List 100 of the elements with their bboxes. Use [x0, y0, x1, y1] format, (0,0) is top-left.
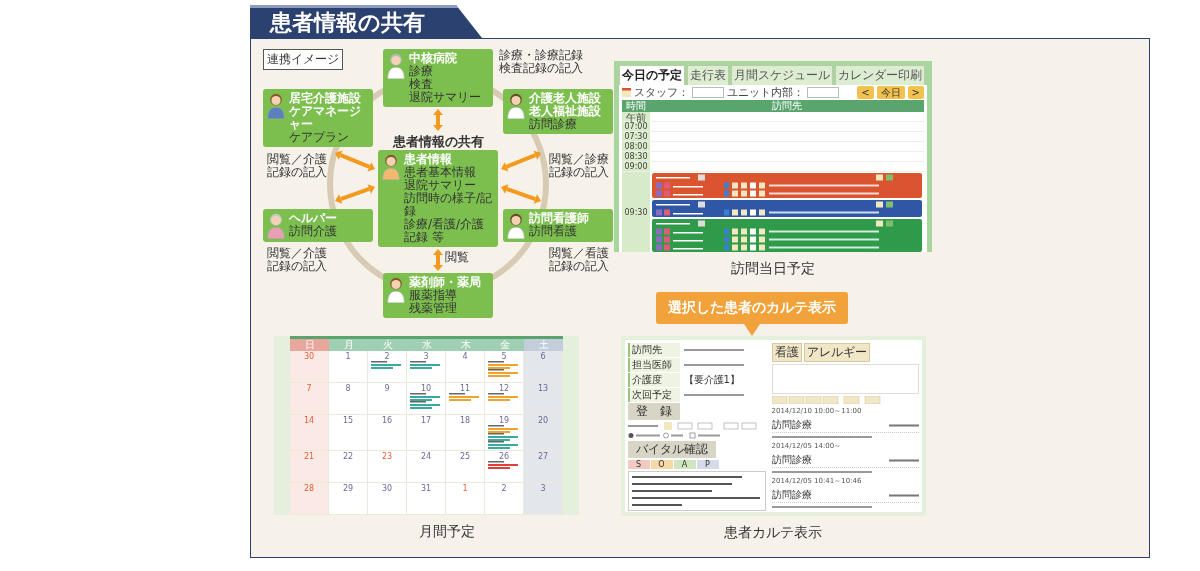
- field-label: 次回予定: [627, 387, 680, 402]
- day-number[interactable]: 2: [384, 352, 390, 361]
- card-text: 診療: [409, 65, 434, 78]
- link-label: 診療・診療記録: [499, 49, 583, 62]
- tab[interactable]: 月間スケジュール: [731, 65, 833, 85]
- day-number[interactable]: 25: [459, 452, 471, 461]
- day-number[interactable]: 6: [540, 352, 546, 361]
- card-title: 訪問看護師: [529, 212, 590, 225]
- card-text: ケアプラン: [289, 131, 350, 144]
- day-number[interactable]: 27: [537, 452, 549, 461]
- tab[interactable]: 走行表: [687, 65, 729, 85]
- card-text: 残薬管理: [409, 302, 458, 315]
- caption: 訪問当日予定: [731, 260, 815, 278]
- record-tab[interactable]: 看護: [771, 343, 802, 362]
- record-title: 訪問診療: [771, 453, 812, 467]
- link-label: 記録の記入: [267, 260, 327, 273]
- day-number[interactable]: 8: [345, 384, 351, 393]
- nav-button[interactable]: >: [907, 86, 924, 99]
- day-number[interactable]: 15: [342, 416, 354, 425]
- day-number[interactable]: 28: [303, 484, 315, 493]
- soap-tab[interactable]: A: [673, 460, 696, 469]
- card-text: 検査: [409, 78, 434, 91]
- day-number[interactable]: 5: [501, 352, 507, 361]
- day-number[interactable]: 1: [462, 484, 468, 493]
- time-cell: 09:30: [622, 172, 650, 252]
- day-number[interactable]: 10: [420, 384, 432, 393]
- day-number[interactable]: 14: [303, 416, 315, 425]
- day-number[interactable]: 3: [540, 484, 546, 493]
- card-title: ケアマネージャー: [289, 105, 362, 131]
- day-number[interactable]: 1: [345, 352, 351, 361]
- time-cell: 09:00: [622, 162, 650, 171]
- soap-tab[interactable]: O: [650, 460, 673, 469]
- day-number[interactable]: 16: [381, 416, 393, 425]
- day-number[interactable]: 4: [462, 352, 468, 361]
- card-text: 患者基本情報: [404, 166, 477, 179]
- day-number[interactable]: 19: [498, 416, 510, 425]
- day-number[interactable]: 7: [306, 384, 312, 393]
- card-text: 退院サマリー: [409, 91, 482, 104]
- day-number[interactable]: 11: [459, 384, 471, 393]
- weekday-header: 月: [329, 339, 368, 351]
- day-number[interactable]: 23: [381, 452, 393, 461]
- soap-tab[interactable]: P: [696, 460, 719, 469]
- day-number[interactable]: 30: [303, 352, 315, 361]
- day-number[interactable]: 2: [501, 484, 507, 493]
- link-label: 記録の記入: [549, 166, 609, 179]
- tab[interactable]: カレンダー印刷: [835, 65, 925, 85]
- day-number[interactable]: 31: [420, 484, 432, 493]
- link-label: 閲覧／介護: [267, 153, 327, 166]
- link-label: 検査記録の記入: [499, 62, 583, 75]
- record-title: 訪問診療: [771, 418, 812, 432]
- day-number[interactable]: 30: [381, 484, 393, 493]
- day-number[interactable]: 24: [420, 452, 432, 461]
- day-number[interactable]: 21: [303, 452, 315, 461]
- day-number[interactable]: 26: [498, 452, 510, 461]
- record-tab[interactable]: アレルギー: [803, 343, 870, 362]
- vital-button[interactable]: バイタル確認: [627, 441, 716, 458]
- nav-button[interactable]: <: [857, 86, 874, 99]
- caption: 患者カルテ表示: [724, 524, 822, 542]
- weekday-header: 火: [368, 339, 407, 351]
- filter-label: スタッフ：: [634, 85, 689, 100]
- card-title: 薬剤師・薬局: [409, 276, 482, 289]
- nav-button[interactable]: 今日: [876, 86, 905, 99]
- field-label: 訪問先: [627, 342, 680, 357]
- link-label: 記録の記入: [549, 260, 609, 273]
- day-number[interactable]: 22: [342, 452, 354, 461]
- register-button[interactable]: 登 録: [627, 403, 680, 420]
- diagram-label: 連携イメージ: [263, 49, 343, 70]
- day-number[interactable]: 17: [420, 416, 432, 425]
- column-header: 時間: [625, 100, 647, 112]
- record-title: 訪問診療: [771, 488, 812, 502]
- time-cell: 07:00: [622, 122, 650, 131]
- time-cell: 08:00: [622, 142, 650, 151]
- card-title: ヘルパー: [289, 212, 338, 225]
- day-number[interactable]: 20: [537, 416, 549, 425]
- day-number[interactable]: 9: [384, 384, 390, 393]
- day-number[interactable]: 3: [423, 352, 429, 361]
- time-cell: 07:30: [622, 132, 650, 141]
- card-text: 訪問介護: [289, 225, 338, 238]
- filter-label: ユニット内部：: [727, 85, 804, 100]
- card-title: 老人福祉施設: [529, 105, 602, 118]
- section-title: 患者情報の共有: [250, 5, 482, 38]
- weekday-header: 水: [407, 339, 446, 351]
- link-label: 閲覧／診療: [549, 153, 609, 166]
- card-text: 訪問看護: [529, 225, 577, 238]
- card-title: 患者情報: [404, 153, 453, 166]
- weekday-header: 金: [485, 339, 524, 351]
- soap-tab[interactable]: S: [627, 460, 650, 469]
- day-number[interactable]: 13: [537, 384, 549, 393]
- tab[interactable]: 今日の予定: [619, 65, 685, 85]
- caption: 月間予定: [418, 523, 475, 541]
- card-text: 服薬指導: [409, 289, 458, 302]
- link-label: 記録の記入: [267, 166, 327, 179]
- day-number[interactable]: 18: [459, 416, 471, 425]
- field-label: 介護度: [627, 372, 680, 387]
- day-number[interactable]: 29: [342, 484, 354, 493]
- card-text: 訪問診療: [529, 118, 578, 131]
- card-text: 診療/看護/介護記録 等: [404, 218, 486, 244]
- card-title: 居宅介護施設: [289, 92, 362, 105]
- link-label: 閲覧／介護: [267, 247, 327, 260]
- day-number[interactable]: 12: [498, 384, 510, 393]
